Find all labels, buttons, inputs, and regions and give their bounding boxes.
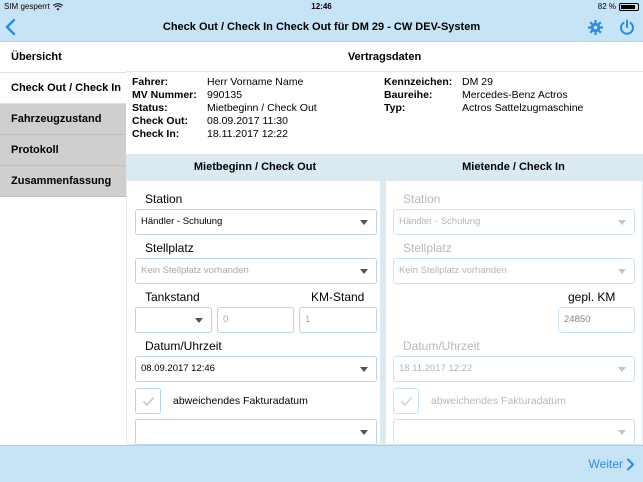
stellplatz-placeholder: Kein Stellplatz vorhanden bbox=[141, 265, 249, 276]
checkin-panel: Station Händler - Schulung Stellplatz Ke… bbox=[385, 180, 643, 445]
info-row: Check Out: 08.09.2017 11:30 bbox=[132, 115, 317, 128]
sidebar-item-zusammenfassung[interactable]: Zusammenfassung bbox=[0, 166, 126, 197]
main-content: Vertragsdaten Fahrer: Herr Vorname Name M… bbox=[126, 42, 643, 445]
datum-select[interactable]: 08.09.2017 12:46 bbox=[135, 356, 377, 382]
status-time: 12:46 bbox=[311, 2, 332, 11]
sidebar-item-check-out-check-in[interactable]: Check Out / Check In bbox=[0, 73, 126, 104]
checkout-header: Mietbeginn / Check Out bbox=[126, 154, 384, 180]
info-value: 08.09.2017 11:30 bbox=[207, 115, 288, 127]
battery-icon bbox=[619, 2, 639, 11]
chevron-down-icon bbox=[360, 220, 368, 225]
tank-number-input[interactable]: 0 bbox=[217, 307, 294, 333]
info-label: Fahrer: bbox=[132, 76, 169, 88]
info-label: Baureihe: bbox=[384, 89, 433, 101]
bottom-toolbar: Weiter bbox=[0, 445, 643, 482]
info-row: MV Nummer: 990135 bbox=[132, 89, 317, 102]
datum-label: Datum/Uhrzeit bbox=[145, 339, 222, 353]
info-label: Check In: bbox=[132, 128, 180, 140]
sidebar: Übersicht Check Out / Check In Fahrzeugz… bbox=[0, 42, 126, 445]
gear-icon[interactable] bbox=[588, 20, 603, 35]
checkmark-icon bbox=[400, 396, 413, 407]
battery-percent: 82 % bbox=[597, 2, 616, 11]
station-label: Station bbox=[145, 192, 183, 206]
datum-value: 08.09.2017 12:46 bbox=[141, 363, 215, 374]
chevron-down-icon bbox=[360, 269, 368, 274]
page-title: Check Out / Check In Check Out für DM 29… bbox=[162, 21, 481, 33]
info-label: MV Nummer: bbox=[132, 89, 197, 101]
info-value: Mietbeginn / Check Out bbox=[207, 102, 317, 114]
stellplatz-label: Stellplatz bbox=[145, 241, 194, 255]
datum-label: Datum/Uhrzeit bbox=[403, 339, 480, 353]
info-label: Status: bbox=[132, 102, 168, 114]
station-label: Station bbox=[403, 192, 441, 206]
info-value: Actros Sattelzugmaschine bbox=[462, 102, 584, 114]
chevron-down-icon bbox=[618, 220, 626, 225]
fakturadatum-label: abweichendes Fakturadatum bbox=[173, 395, 308, 407]
info-label: Kennzeichen: bbox=[384, 76, 453, 88]
vertragsdaten-right: Kennzeichen: DM 29 Baureihe: Mercedes-Benz… bbox=[384, 76, 583, 115]
navigation-bar: Check Out / Check In Check Out für DM 29… bbox=[0, 13, 643, 42]
stellplatz-select[interactable]: Kein Stellplatz vorhanden bbox=[135, 258, 377, 284]
gepl-km-input: 24850 bbox=[558, 307, 635, 333]
stellplatz-label: Stellplatz bbox=[403, 241, 452, 255]
chevron-down-icon bbox=[360, 430, 368, 435]
vertragsdaten-left: Fahrer: Herr Vorname Name MV Nummer: 99013… bbox=[132, 76, 317, 141]
gepl-km-label: gepl. KM bbox=[568, 290, 616, 304]
info-value: Herr Vorname Name bbox=[207, 76, 304, 88]
sidebar-item-uebersicht[interactable]: Übersicht bbox=[0, 42, 126, 73]
info-row: Kennzeichen: DM 29 bbox=[384, 76, 583, 89]
chevron-down-icon bbox=[195, 318, 203, 323]
fakturadatum-select[interactable] bbox=[135, 419, 377, 445]
power-icon[interactable] bbox=[619, 19, 635, 35]
info-row: Fahrer: Herr Vorname Name bbox=[132, 76, 317, 89]
vertragsdaten-panel: Fahrer: Herr Vorname Name MV Nummer: 99013… bbox=[126, 72, 643, 154]
datum-select: 18.11.2017 12:22 bbox=[393, 356, 635, 382]
station-select: Händler - Schulung bbox=[393, 209, 635, 235]
info-row: Status: Mietbeginn / Check Out bbox=[132, 102, 317, 115]
station-value: Händler - Schulung bbox=[399, 216, 481, 227]
weiter-button[interactable]: Weiter bbox=[589, 446, 635, 482]
sidebar-item-protokoll[interactable]: Protokoll bbox=[0, 135, 126, 166]
info-row: Baureihe: Mercedes-Benz Actros bbox=[384, 89, 583, 102]
datum-value: 18.11.2017 12:22 bbox=[399, 363, 473, 374]
vertragsdaten-title: Vertragsdaten bbox=[126, 42, 643, 72]
info-value: 990135 bbox=[207, 89, 243, 101]
status-right: 82 % bbox=[598, 0, 639, 13]
info-value: 18.11.2017 12:22 bbox=[207, 128, 288, 140]
info-label: Typ: bbox=[384, 102, 406, 114]
stellplatz-select: Kein Stellplatz vorhanden bbox=[393, 258, 635, 284]
station-select[interactable]: Händler - Schulung bbox=[135, 209, 377, 235]
chevron-down-icon bbox=[618, 269, 626, 274]
chevron-right-icon bbox=[627, 458, 634, 471]
tankstand-label: Tankstand bbox=[145, 290, 200, 304]
checkin-header: Mietende / Check In bbox=[384, 154, 643, 180]
station-value: Händler - Schulung bbox=[141, 216, 223, 227]
checkout-panel: Station Händler - Schulung Stellplatz Ke… bbox=[126, 180, 381, 445]
chevron-down-icon bbox=[360, 367, 368, 372]
weiter-label: Weiter bbox=[588, 457, 623, 471]
info-label: Check Out: bbox=[132, 115, 189, 127]
status-bar: SIM gesperrt 12:46 82 % bbox=[0, 0, 643, 13]
info-value: Mercedes-Benz Actros bbox=[462, 89, 568, 101]
info-value: DM 29 bbox=[462, 76, 493, 88]
km-stand-input[interactable]: 1 bbox=[299, 307, 377, 333]
sidebar-item-fahrzeugzustand[interactable]: Fahrzeugzustand bbox=[0, 104, 126, 135]
fakturadatum-checkbox bbox=[393, 388, 419, 414]
info-row: Check In: 18.11.2017 12:22 bbox=[132, 128, 317, 141]
info-row: Typ: Actros Sattelzugmaschine bbox=[384, 102, 583, 115]
chevron-down-icon bbox=[618, 430, 626, 435]
fakturadatum-label: abweichendes Fakturadatum bbox=[431, 395, 566, 407]
km-stand-label: KM-Stand bbox=[311, 290, 365, 304]
checkmark-icon bbox=[142, 396, 155, 407]
fakturadatum-checkbox[interactable] bbox=[135, 388, 161, 414]
chevron-down-icon bbox=[618, 367, 626, 372]
fakturadatum-select bbox=[393, 419, 635, 445]
tankstand-select[interactable] bbox=[135, 307, 212, 333]
stellplatz-placeholder: Kein Stellplatz vorhanden bbox=[399, 265, 507, 276]
